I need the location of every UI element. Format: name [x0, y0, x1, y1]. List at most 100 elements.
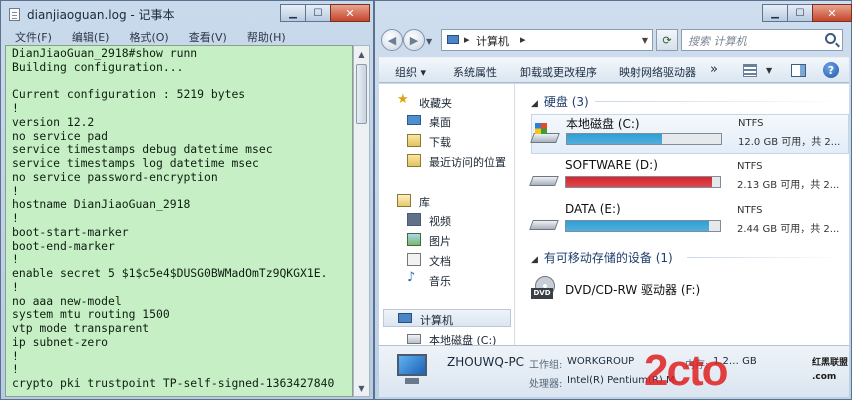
menu-file[interactable]: 文件(F) [5, 27, 62, 45]
collapse-triangle-icon[interactable]: ◢ [531, 255, 538, 265]
text-line: ! [12, 348, 19, 363]
text-line: service timestamps debug datetime msec [12, 142, 273, 157]
notepad-menubar: 文件(F) 编辑(E) 格式(O) 查看(V) 帮助(H) [5, 27, 296, 45]
menu-edit[interactable]: 编辑(E) [62, 27, 120, 45]
collapse-triangle-icon[interactable]: ◢ [531, 99, 538, 109]
watermark-text: 2cto [644, 346, 728, 395]
documents-icon [407, 253, 421, 266]
navigation-pane[interactable]: ★ 收藏夹 桌面 下载 最近访问的位置 库 视频 图片 文档 ♪ 音乐 计算机 … [379, 84, 515, 347]
videos-icon [407, 213, 421, 226]
close-button[interactable]: ✕ [330, 4, 370, 22]
forward-button[interactable]: ▶ [403, 29, 425, 51]
maximize-button[interactable]: ☐ [305, 4, 331, 22]
notepad-titlebar[interactable]: dianjiaoguan.log - 记事本 ▁ ☐ ✕ [1, 1, 373, 27]
recent-places-icon [407, 154, 421, 167]
drive-item-c[interactable]: 本地磁盘 (C:) NTFS 12.0 GB 可用，共 2... [530, 114, 849, 154]
processor-label: 处理器: [529, 379, 563, 390]
drive-free-space: 12.0 GB 可用，共 2... [738, 137, 841, 148]
menu-view[interactable]: 查看(V) [179, 27, 237, 45]
view-options-chevron-down-icon[interactable]: ▼ [766, 66, 772, 75]
scroll-down-arrow-icon[interactable]: ▼ [354, 380, 369, 396]
watermark-subtext: 红黑联盟 .com [812, 358, 849, 382]
drive-name: SOFTWARE (D:) [565, 158, 658, 172]
windows-drive-icon [530, 123, 560, 145]
maximize-button[interactable]: ☐ [787, 4, 813, 22]
drive-usage-bar [565, 220, 721, 232]
more-commands-button[interactable]: » [710, 62, 718, 77]
back-button[interactable]: ◀ [381, 29, 403, 51]
text-line: version 12.2 [12, 114, 95, 129]
hard-drive-icon [407, 334, 421, 344]
text-line: ! [12, 183, 19, 198]
drive-name: DATA (E:) [565, 202, 621, 216]
uninstall-program-button[interactable]: 卸载或更改程序 [520, 64, 597, 80]
text-line: boot-end-marker [12, 238, 115, 253]
document-icon [9, 8, 20, 21]
breadcrumb-chevron-icon[interactable]: ▸ [464, 33, 470, 46]
notepad-window: dianjiaoguan.log - 记事本 ▁ ☐ ✕ 文件(F) 编辑(E)… [0, 0, 374, 400]
computer-icon [391, 354, 433, 388]
organize-button[interactable]: 组织 ▾ [395, 64, 426, 80]
command-bar: 组织 ▾ 系统属性 卸载或更改程序 映射网络驱动器 » ▼ ? [379, 57, 849, 83]
drive-free-space: 2.13 GB 可用，共 2... [737, 180, 840, 191]
explorer-window: ▁ ☐ ✕ ◀ ▶ ▼ ▸ 计算机 ▸ ▼ ⟳ 搜索 计算机 组织 ▾ 系统属性… [374, 0, 852, 400]
text-line: hostname DianJiaoGuan_2918 [12, 197, 191, 212]
close-button[interactable]: ✕ [812, 4, 852, 22]
menu-help[interactable]: 帮助(H) [237, 27, 296, 45]
minimize-button[interactable]: ▁ [280, 4, 306, 22]
music-icon: ♪ [407, 270, 416, 285]
search-input[interactable]: 搜索 计算机 [681, 29, 843, 51]
text-line: ! [12, 279, 19, 294]
refresh-button[interactable]: ⟳ [656, 29, 678, 51]
group-header-hard-disks[interactable]: ◢ 硬盘 (3) [531, 93, 589, 110]
map-network-drive-button[interactable]: 映射网络驱动器 [619, 64, 696, 80]
text-line: ! [12, 252, 19, 267]
notepad-text-area[interactable]: DianJiaoGuan_2918#show runn Building conf… [5, 45, 353, 397]
notepad-text-lines: DianJiaoGuan_2918#show runn Building conf… [12, 46, 335, 391]
drive-item-d[interactable]: SOFTWARE (D:) NTFS 2.13 GB 可用，共 2... [529, 158, 849, 198]
address-bar[interactable]: ▸ 计算机 ▸ ▼ [441, 29, 653, 51]
scroll-up-arrow-icon[interactable]: ▲ [354, 46, 369, 62]
breadcrumb-chevron-icon[interactable]: ▸ [520, 33, 526, 46]
dvd-drive-name[interactable]: DVD/CD-RW 驱动器 (F:) [565, 281, 700, 298]
text-line: Building configuration... [12, 59, 184, 74]
scroll-thumb[interactable] [356, 64, 367, 124]
drive-filesystem: NTFS [738, 118, 764, 129]
text-line: crypto pki trustpoint TP-self-signed-136… [12, 376, 335, 390]
change-view-icon[interactable] [743, 64, 757, 77]
search-placeholder: 搜索 计算机 [688, 35, 747, 48]
watermark-logo: 2cto 红黑联盟 .com [624, 346, 852, 400]
text-line: no aaa new-model [12, 293, 122, 308]
text-line: no service password-encryption [12, 169, 218, 184]
text-line: ! [12, 362, 19, 377]
breadcrumb-computer[interactable]: 计算机 [476, 33, 509, 49]
recent-pages-chevron-down-icon[interactable]: ▼ [426, 37, 432, 46]
notepad-vertical-scrollbar[interactable]: ▲ ▼ [353, 45, 370, 397]
system-properties-button[interactable]: 系统属性 [453, 64, 497, 80]
text-line: boot-start-marker [12, 224, 129, 239]
minimize-button[interactable]: ▁ [762, 4, 788, 22]
nav-computer[interactable]: 计算机 [383, 309, 511, 327]
group-header-removable[interactable]: ◢ 有可移动存储的设备 (1) [531, 249, 673, 266]
text-line: system mtu routing 1500 [12, 307, 170, 322]
drive-free-space: 2.44 GB 可用，共 2... [737, 224, 840, 235]
hard-drive-icon [529, 214, 559, 232]
drive-usage-bar [566, 133, 722, 145]
dvd-drive-icon[interactable]: DVD [531, 276, 557, 302]
notepad-title: dianjiaoguan.log - 记事本 [27, 8, 175, 22]
star-icon: ★ [397, 92, 409, 107]
drive-item-e[interactable]: DATA (E:) NTFS 2.44 GB 可用，共 2... [529, 202, 849, 242]
preview-pane-icon[interactable] [791, 64, 806, 77]
text-line [12, 75, 334, 89]
menu-format[interactable]: 格式(O) [119, 27, 178, 45]
text-line: ! [12, 211, 19, 225]
help-icon[interactable]: ? [823, 62, 839, 78]
drive-filesystem: NTFS [737, 205, 763, 216]
address-history-chevron-down-icon[interactable]: ▼ [642, 36, 648, 45]
text-line: Current configuration : 5219 bytes [12, 87, 246, 102]
text-line: service timestamps log datetime msec [12, 156, 259, 170]
text-line: ip subnet-zero [12, 334, 109, 349]
drive-filesystem: NTFS [737, 161, 763, 172]
search-icon [825, 33, 836, 44]
computer-name: ZHOUWQ-PC [447, 355, 525, 369]
